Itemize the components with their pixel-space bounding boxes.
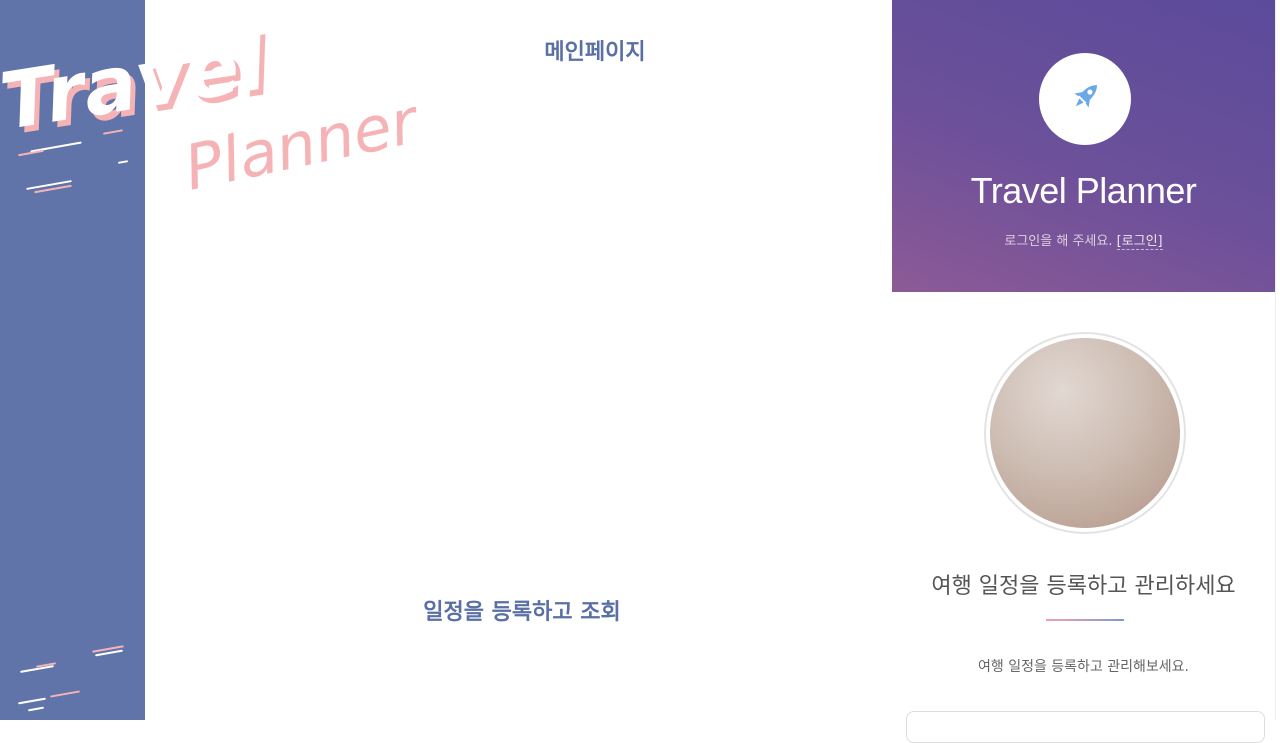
login-prompt-text: 로그인을 해 주세요.: [1004, 234, 1113, 249]
profile-avatar-frame: [984, 332, 1186, 534]
heading-divider: [1046, 619, 1124, 621]
hero-banner: Travel Planner 로그인을 해 주세요. [로그인]: [892, 0, 1275, 292]
speed-line: [18, 697, 46, 705]
speed-line: [27, 706, 45, 712]
panel-heading: 여행 일정을 등록하고 관리하세요: [931, 574, 1236, 599]
panel-bottom-box: [906, 711, 1265, 743]
rocket-icon: [1064, 76, 1106, 122]
register-section-title: 일정을 등록하고 조회: [423, 600, 621, 625]
left-band: [0, 0, 145, 720]
rocket-badge: [1039, 53, 1131, 145]
login-prompt: 로그인을 해 주세요. [로그인]: [892, 230, 1275, 250]
panel-description: 여행 일정을 등록하고 관리해보세요.: [978, 659, 1189, 675]
speed-line: [102, 129, 124, 135]
logo-word-planner: Planner: [178, 84, 426, 205]
avatar: [990, 338, 1180, 528]
login-link[interactable]: [로그인]: [1116, 234, 1163, 250]
page-title: 메인페이지: [544, 40, 646, 65]
speed-line: [50, 690, 80, 698]
hero-title: Travel Planner: [970, 170, 1197, 211]
speed-line: [117, 160, 129, 164]
right-panel: Travel Planner 로그인을 해 주세요. [로그인] 여행 일정을 …: [892, 0, 1276, 743]
